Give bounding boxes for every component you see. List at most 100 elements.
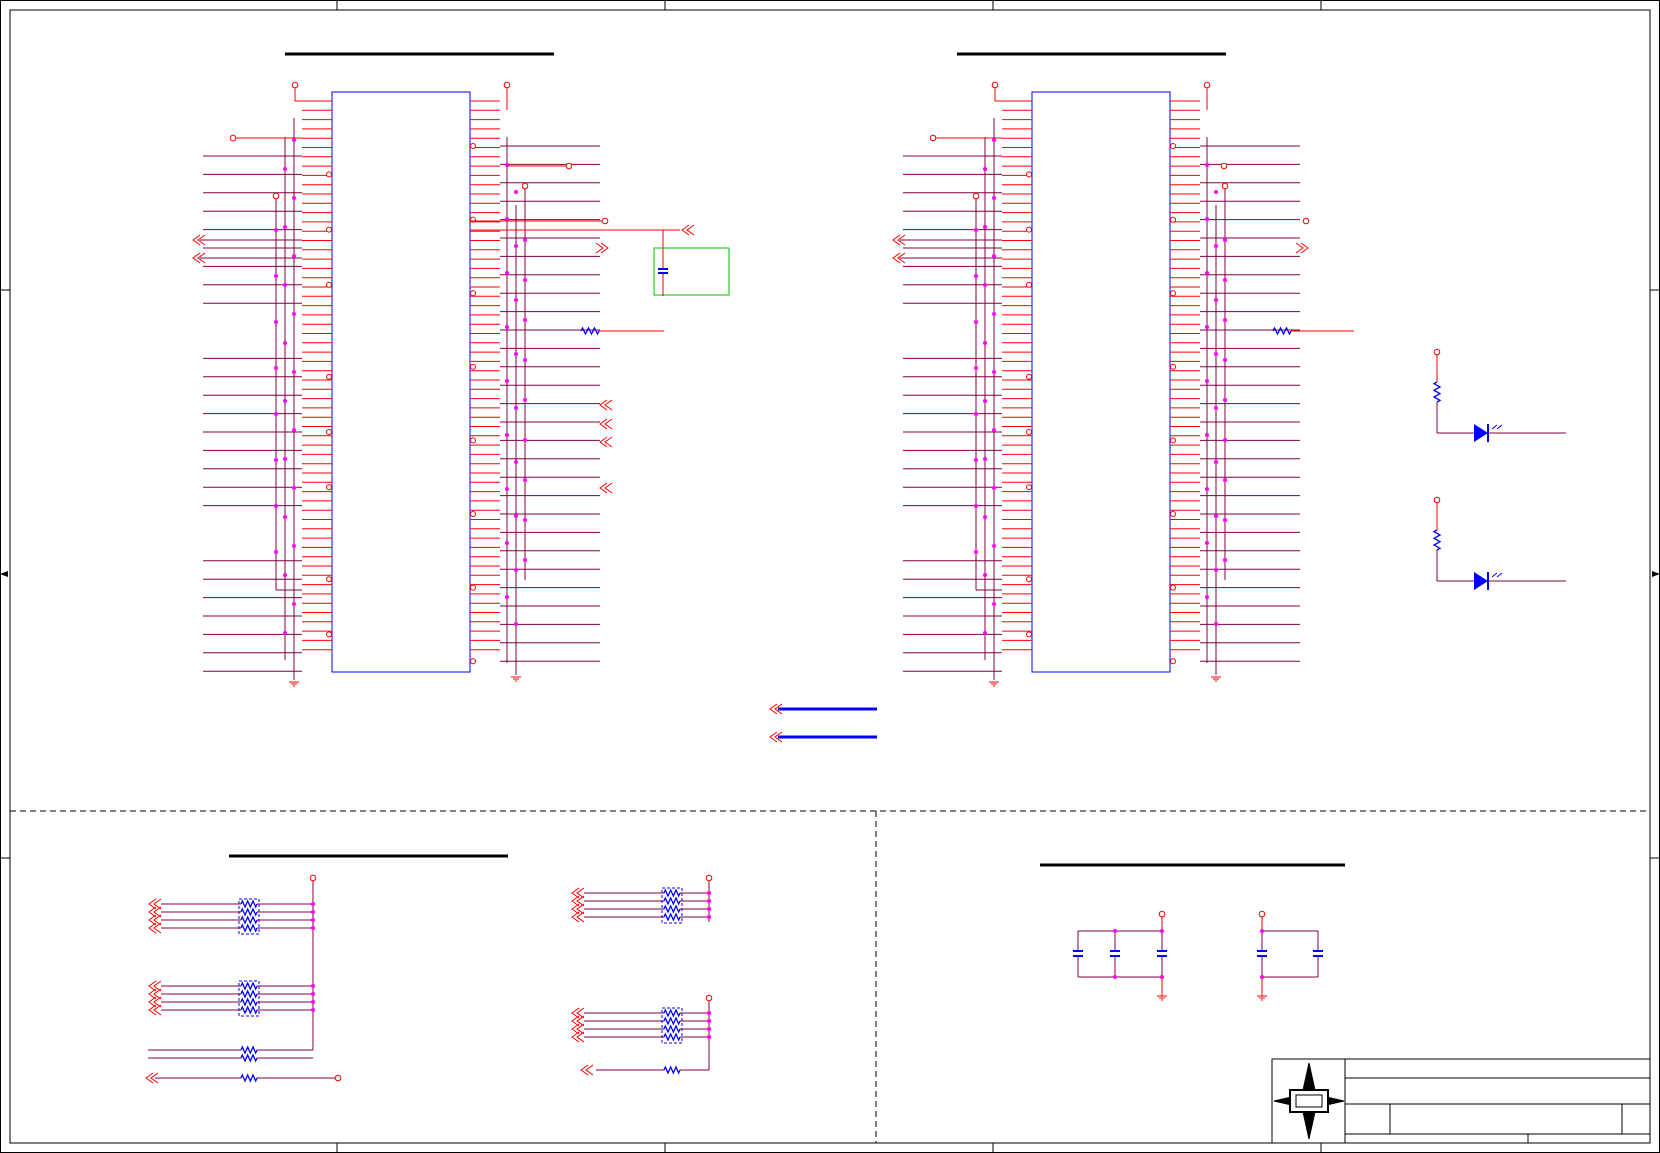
junction-dot (992, 544, 996, 548)
resistor-icon (240, 997, 258, 1007)
pin-bubble (470, 363, 476, 370)
resistor-icon (240, 1045, 258, 1055)
junction-dot (992, 428, 996, 432)
junction-dot (974, 366, 978, 370)
junction-dot (1223, 518, 1227, 522)
power-pin-icon (521, 182, 529, 190)
resistor-icon (240, 981, 258, 991)
pin-bubble (1026, 429, 1032, 435)
resistor-icon (663, 896, 681, 906)
pin-bubble (326, 373, 332, 380)
resistor-icon (240, 989, 258, 999)
offpage-arrow-icon (1295, 242, 1309, 254)
junction-dot (1260, 929, 1264, 933)
junction-dot (523, 398, 527, 402)
ground-icon (1157, 995, 1167, 1001)
pin-bubble (1026, 484, 1032, 491)
pin-bubble (326, 281, 332, 288)
ground-icon (989, 681, 999, 687)
pin-bubble (1026, 281, 1032, 288)
power-pin-icon (1158, 910, 1166, 918)
resistor-icon (1272, 326, 1292, 336)
resistor-icon (663, 1016, 681, 1026)
junction-dot (523, 558, 527, 562)
junction-dot (707, 1019, 711, 1023)
pin-bubble (1026, 373, 1032, 380)
junction-dot (283, 283, 287, 287)
junction-dot (983, 573, 987, 577)
pin-bubble (470, 658, 476, 665)
connector-body (1031, 91, 1171, 673)
junction-dot (707, 1011, 711, 1015)
pin-bubble (1026, 631, 1032, 638)
junction-dot (514, 514, 518, 518)
junction-dot (311, 992, 315, 996)
pin-bubble (1170, 437, 1176, 444)
junction-dot (514, 352, 518, 356)
power-pin-icon (503, 81, 511, 89)
light-rays-icon (1491, 424, 1503, 430)
junction-dot (523, 358, 527, 362)
power-pin-icon (705, 874, 713, 882)
junction-dot (1223, 438, 1227, 442)
decoupling-note-box (653, 230, 730, 296)
pin-bubble (326, 576, 332, 583)
junction-dot (274, 366, 278, 370)
junction-dot (292, 312, 296, 316)
ground-icon (1211, 676, 1221, 682)
junction-dot (974, 228, 978, 232)
junction-dot (1160, 929, 1164, 933)
resistor-icon (240, 915, 258, 925)
pin-bubble (1170, 363, 1176, 370)
pin-bubble (326, 484, 332, 491)
offpage-arrow-icon (595, 242, 609, 254)
junction-dot (505, 487, 509, 491)
junction-dot (1214, 244, 1218, 248)
schematic-canvas (0, 0, 1660, 1153)
junction-dot (1205, 271, 1209, 275)
power-pin-icon (565, 162, 573, 170)
compass-star-logo (1273, 1062, 1345, 1140)
junction-dot (1205, 217, 1209, 221)
junction-dot (514, 460, 518, 464)
junction-dot (311, 1008, 315, 1012)
power-pin-icon (929, 134, 937, 142)
junction-dot (274, 320, 278, 324)
junction-dot (1214, 514, 1218, 518)
junction-dot (707, 1035, 711, 1039)
junction-dot (992, 196, 996, 200)
junction-dot (283, 399, 287, 403)
light-rays-icon (1491, 572, 1503, 578)
junction-dot (1214, 568, 1218, 572)
resistor-icon (663, 1065, 681, 1075)
power-pin-icon (309, 874, 317, 882)
resistor-icon (663, 888, 681, 898)
resistor-icon (663, 904, 681, 914)
power-pin-icon (1258, 910, 1266, 918)
power-pin-icon (601, 217, 609, 225)
power-pin-icon (272, 192, 280, 200)
pin-bubble (1026, 226, 1032, 233)
pin-bubble (1170, 216, 1176, 223)
led-indicators (1432, 348, 1566, 590)
junction-dot (311, 918, 315, 922)
junction-dot (311, 1000, 315, 1004)
ground-icon (511, 676, 521, 682)
resistor-icon (580, 326, 600, 336)
junction-dot (505, 379, 509, 383)
junction-dot (505, 271, 509, 275)
junction-dot (1205, 541, 1209, 545)
junction-dot (283, 515, 287, 519)
junction-dot (274, 412, 278, 416)
junction-dot (707, 915, 711, 919)
pin-bubble (1170, 658, 1176, 665)
connector-block-right (892, 81, 1354, 687)
junction-dot (974, 504, 978, 508)
junction-dot (523, 518, 527, 522)
pin-bubble (470, 437, 476, 444)
junction-dot (974, 550, 978, 554)
junction-dot (1223, 558, 1227, 562)
junction-dot (1223, 358, 1227, 362)
resistor-icon (240, 907, 258, 917)
junction-dot (292, 370, 296, 374)
